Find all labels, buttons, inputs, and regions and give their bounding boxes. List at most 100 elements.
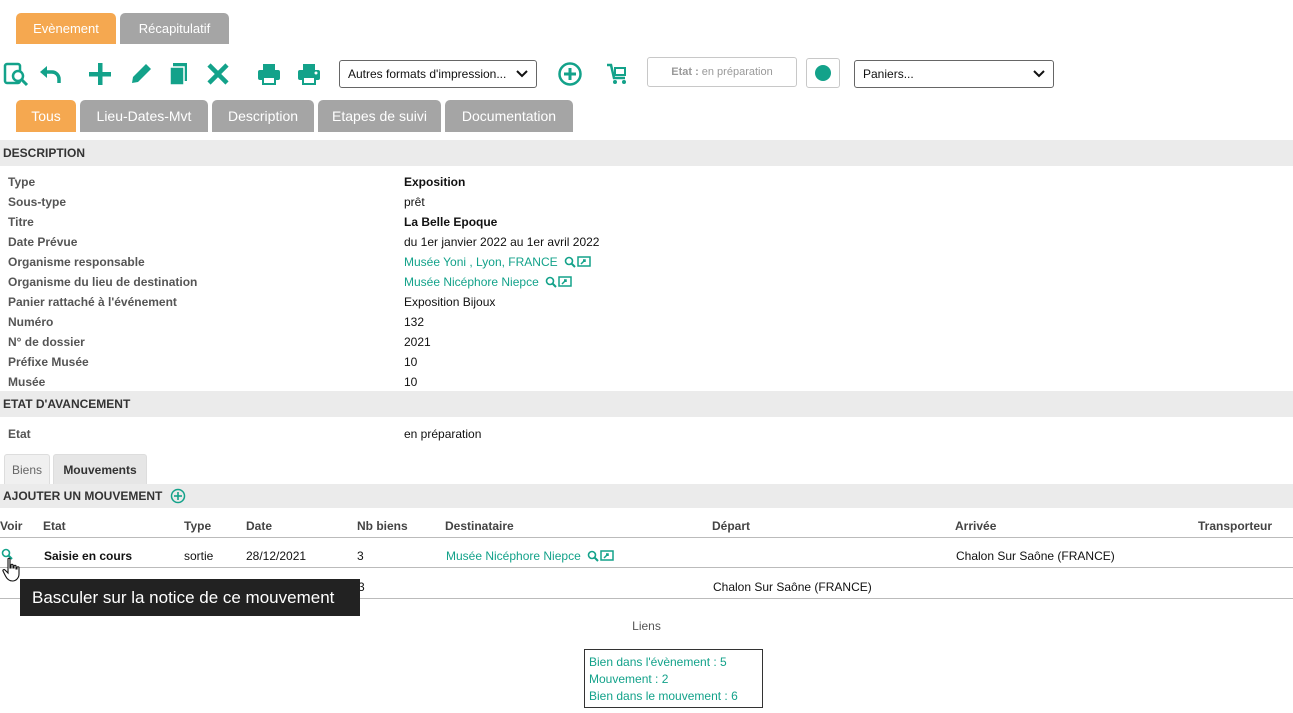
field-label: Panier rattaché à l'événement	[8, 295, 177, 309]
tab-label: Documentation	[461, 108, 557, 124]
chevron-down-icon	[516, 70, 528, 78]
link-actions	[564, 256, 591, 268]
field-value: prêt	[404, 195, 425, 209]
row-destinataire: Musée Nicéphore Niepce	[446, 548, 614, 564]
field-value: 10	[404, 355, 418, 369]
tab-tous[interactable]: Tous	[16, 100, 76, 132]
tab-label: Biens	[11, 462, 43, 477]
tab-biens[interactable]: Biens	[4, 454, 50, 484]
organisme-responsable: Musée Yoni , Lyon, FRANCE	[404, 253, 591, 271]
col-voir: Voir	[0, 519, 23, 533]
open-window-icon[interactable]	[576, 256, 591, 268]
etat-indicator: Etat : en préparation	[647, 57, 797, 87]
paniers-select[interactable]: Paniers...	[854, 60, 1054, 88]
field-value: 10	[404, 375, 418, 389]
tab-etapes-de-suivi[interactable]: Etapes de suivi	[318, 100, 441, 132]
destinataire-link[interactable]: Musée Nicéphore Niepce	[446, 548, 581, 564]
hand-cursor-icon	[2, 557, 20, 582]
field-label: N° de dossier	[8, 335, 85, 349]
paniers-value: Paniers...	[863, 67, 914, 81]
tab-evenement[interactable]: Evènement	[16, 13, 116, 44]
section-title: DESCRIPTION	[3, 146, 86, 160]
open-window-icon[interactable]	[600, 550, 614, 562]
divider	[0, 537, 1293, 538]
lien-biens-evenement[interactable]: Bien dans l'évènement : 5	[589, 654, 758, 671]
tab-label: Description	[227, 108, 299, 124]
print-icon[interactable]	[255, 60, 283, 88]
tab-mouvements[interactable]: Mouvements	[53, 454, 147, 484]
tab-description[interactable]: Description	[212, 100, 314, 132]
tab-label: Evènement	[33, 21, 99, 36]
liens-box: Bien dans l'évènement : 5 Mouvement : 2 …	[584, 649, 763, 708]
organisme-link[interactable]: Musée Nicéphore Niepce	[404, 273, 539, 291]
chevron-down-icon	[1033, 70, 1045, 78]
etat-header: ETAT D'AVANCEMENT	[0, 391, 1293, 417]
col-type: Type	[184, 519, 212, 533]
lien-biens-mouvement[interactable]: Bien dans le mouvement : 6	[589, 688, 758, 705]
col-destinataire: Destinataire	[445, 519, 514, 533]
col-etat: Etat	[43, 519, 66, 533]
edit-icon[interactable]	[127, 60, 155, 88]
field-value: du 1er janvier 2022 au 1er avril 2022	[404, 235, 600, 249]
field-label: Numéro	[8, 315, 54, 329]
organisme-link[interactable]: Musée Yoni , Lyon, FRANCE	[404, 253, 558, 271]
search-icon[interactable]	[564, 256, 576, 268]
preview-icon[interactable]	[2, 60, 30, 88]
delete-icon[interactable]	[204, 60, 232, 88]
print-formats-select[interactable]: Autres formats d'impression...	[339, 60, 537, 88]
field-label: Type	[8, 175, 36, 189]
etat-value: en préparation	[701, 66, 773, 78]
description-header: DESCRIPTION	[0, 140, 1293, 166]
liens-title: Liens	[632, 619, 661, 633]
search-icon[interactable]	[545, 276, 557, 288]
field-label: Musée	[8, 375, 46, 389]
field-label: Sous-type	[8, 195, 67, 209]
field-label: Organisme responsable	[8, 255, 145, 269]
copy-icon[interactable]	[165, 60, 193, 88]
link-actions	[545, 276, 572, 288]
col-transporteur: Transporteur	[1198, 519, 1273, 533]
section-title: AJOUTER UN MOUVEMENT	[3, 489, 163, 503]
tab-documentation[interactable]: Documentation	[445, 100, 573, 132]
status-dot-button[interactable]	[806, 58, 840, 88]
tab-lieu-dates-mvt[interactable]: Lieu-Dates-Mvt	[80, 100, 208, 132]
field-label: Titre	[8, 215, 34, 229]
tab-label: Etapes de suivi	[332, 108, 427, 124]
tooltip: Basculer sur la notice de ce mouvement	[20, 579, 360, 616]
field-label: Etat	[8, 427, 31, 441]
link-actions	[587, 550, 614, 562]
col-nb-biens: Nb biens	[357, 519, 408, 533]
search-icon[interactable]	[587, 550, 599, 562]
add-circle-icon[interactable]	[170, 488, 186, 504]
row-type: sortie	[184, 549, 214, 563]
tab-label: Lieu-Dates-Mvt	[96, 108, 192, 124]
print-alt-icon[interactable]	[295, 60, 323, 88]
print-formats-value: Autres formats d'impression...	[348, 67, 507, 81]
field-label: Date Prévue	[8, 235, 78, 249]
field-value: Exposition Bijoux	[404, 295, 496, 309]
field-label: Préfixe Musée	[8, 355, 89, 369]
status-dot-icon	[815, 65, 831, 81]
section-title: ETAT D'AVANCEMENT	[3, 397, 131, 411]
col-arrivee: Arrivée	[955, 519, 997, 533]
field-value: en préparation	[404, 427, 482, 441]
row-nb: 3	[357, 549, 364, 563]
lien-mouvement[interactable]: Mouvement : 2	[589, 671, 758, 688]
field-value: 132	[404, 315, 425, 329]
col-date: Date	[246, 519, 273, 533]
cart-icon[interactable]	[603, 60, 631, 88]
undo-icon[interactable]	[36, 60, 64, 88]
add-icon[interactable]	[86, 60, 114, 88]
tab-recapitulatif[interactable]: Récapitulatif	[120, 13, 229, 44]
row-etat: Saisie en cours	[44, 549, 133, 563]
ajouter-mouvement-bar: AJOUTER UN MOUVEMENT	[0, 484, 1293, 508]
etat-label: Etat :	[671, 66, 699, 78]
row-depart: Chalon Sur Saône (FRANCE)	[713, 580, 872, 594]
field-label: Organisme du lieu de destination	[8, 275, 198, 289]
tab-label: Tous	[31, 108, 61, 124]
open-window-icon[interactable]	[558, 276, 572, 288]
field-value: Exposition	[404, 175, 466, 189]
row-date: 28/12/2021	[246, 549, 307, 563]
add-circle-icon[interactable]	[556, 60, 584, 88]
tab-label: Mouvements	[63, 462, 137, 477]
